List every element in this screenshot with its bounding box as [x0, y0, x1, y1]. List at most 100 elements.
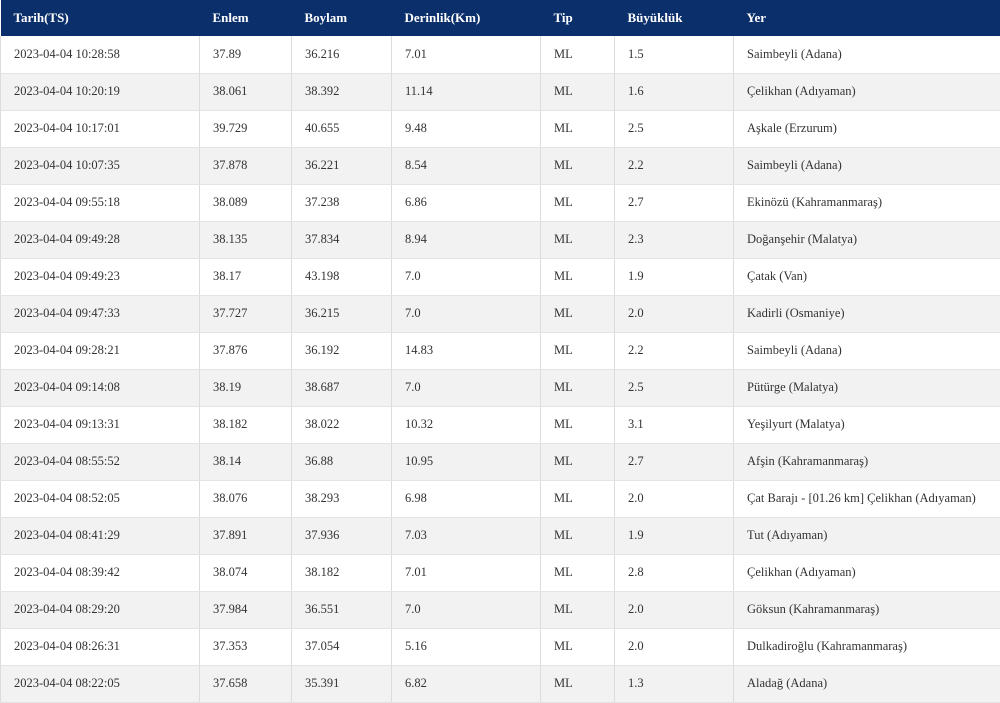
cell-magnitude: 2.2 [615, 147, 734, 184]
col-header-longitude[interactable]: Boylam [292, 0, 392, 36]
col-header-depth[interactable]: Derinlik(Km) [392, 0, 541, 36]
cell-date: 2023-04-04 08:55:52 [1, 443, 200, 480]
cell-latitude: 37.89 [200, 36, 292, 73]
cell-location: Saimbeyli (Adana) [734, 36, 1000, 73]
cell-latitude: 37.891 [200, 517, 292, 554]
table-row[interactable]: 2023-04-04 09:13:3138.18238.02210.32ML3.… [1, 406, 1000, 443]
table-row[interactable]: 2023-04-04 09:47:3337.72736.2157.0ML2.0K… [1, 295, 1000, 332]
table-row[interactable]: 2023-04-04 09:55:1838.08937.2386.86ML2.7… [1, 184, 1000, 221]
cell-longitude: 36.221 [292, 147, 392, 184]
cell-magnitude: 2.7 [615, 184, 734, 221]
table-row[interactable]: 2023-04-04 08:22:0537.65835.3916.82ML1.3… [1, 665, 1000, 702]
table-row[interactable]: 2023-04-04 08:29:2037.98436.5517.0ML2.0G… [1, 591, 1000, 628]
cell-location: Çelikhan (Adıyaman) [734, 554, 1000, 591]
cell-date: 2023-04-04 10:17:01 [1, 110, 200, 147]
cell-date: 2023-04-04 08:26:31 [1, 628, 200, 665]
table-row[interactable]: 2023-04-04 09:28:2137.87636.19214.83ML2.… [1, 332, 1000, 369]
cell-magnitude: 2.0 [615, 628, 734, 665]
table-row[interactable]: 2023-04-04 09:14:0838.1938.6877.0ML2.5Pü… [1, 369, 1000, 406]
col-header-location[interactable]: Yer [734, 0, 1000, 36]
cell-depth: 6.98 [392, 480, 541, 517]
cell-depth: 7.01 [392, 554, 541, 591]
table-row[interactable]: 2023-04-04 10:20:1938.06138.39211.14ML1.… [1, 73, 1000, 110]
cell-latitude: 37.878 [200, 147, 292, 184]
cell-type: ML [541, 480, 615, 517]
cell-longitude: 37.054 [292, 628, 392, 665]
col-header-date[interactable]: Tarih(TS) [1, 0, 200, 36]
cell-depth: 8.94 [392, 221, 541, 258]
cell-latitude: 38.061 [200, 73, 292, 110]
table-row[interactable]: 2023-04-04 08:41:2937.89137.9367.03ML1.9… [1, 517, 1000, 554]
col-header-type[interactable]: Tip [541, 0, 615, 36]
cell-depth: 11.14 [392, 73, 541, 110]
header-row: Tarih(TS) Enlem Boylam Derinlik(Km) Tip … [1, 0, 1000, 36]
cell-date: 2023-04-04 08:29:20 [1, 591, 200, 628]
cell-type: ML [541, 295, 615, 332]
cell-type: ML [541, 147, 615, 184]
cell-longitude: 40.655 [292, 110, 392, 147]
cell-type: ML [541, 332, 615, 369]
cell-date: 2023-04-04 09:55:18 [1, 184, 200, 221]
cell-date: 2023-04-04 09:47:33 [1, 295, 200, 332]
cell-magnitude: 2.0 [615, 591, 734, 628]
earthquake-table: Tarih(TS) Enlem Boylam Derinlik(Km) Tip … [0, 0, 1000, 703]
cell-longitude: 38.392 [292, 73, 392, 110]
table-row[interactable]: 2023-04-04 10:07:3537.87836.2218.54ML2.2… [1, 147, 1000, 184]
cell-location: Çatak (Van) [734, 258, 1000, 295]
cell-depth: 7.01 [392, 36, 541, 73]
table-row[interactable]: 2023-04-04 09:49:2838.13537.8348.94ML2.3… [1, 221, 1000, 258]
cell-depth: 7.0 [392, 369, 541, 406]
cell-magnitude: 1.9 [615, 258, 734, 295]
table-header: Tarih(TS) Enlem Boylam Derinlik(Km) Tip … [1, 0, 1000, 36]
cell-depth: 5.16 [392, 628, 541, 665]
table-row[interactable]: 2023-04-04 08:26:3137.35337.0545.16ML2.0… [1, 628, 1000, 665]
cell-depth: 9.48 [392, 110, 541, 147]
cell-longitude: 37.834 [292, 221, 392, 258]
cell-longitude: 37.936 [292, 517, 392, 554]
cell-type: ML [541, 36, 615, 73]
col-header-latitude[interactable]: Enlem [200, 0, 292, 36]
cell-latitude: 38.135 [200, 221, 292, 258]
cell-magnitude: 1.5 [615, 36, 734, 73]
table-row[interactable]: 2023-04-04 08:39:4238.07438.1827.01ML2.8… [1, 554, 1000, 591]
cell-magnitude: 2.7 [615, 443, 734, 480]
cell-latitude: 37.353 [200, 628, 292, 665]
cell-magnitude: 1.9 [615, 517, 734, 554]
table-row[interactable]: 2023-04-04 10:17:0139.72940.6559.48ML2.5… [1, 110, 1000, 147]
cell-location: Afşin (Kahramanmaraş) [734, 443, 1000, 480]
cell-location: Aşkale (Erzurum) [734, 110, 1000, 147]
cell-date: 2023-04-04 08:22:05 [1, 665, 200, 702]
cell-latitude: 38.089 [200, 184, 292, 221]
table-row[interactable]: 2023-04-04 10:28:5837.8936.2167.01ML1.5S… [1, 36, 1000, 73]
cell-type: ML [541, 443, 615, 480]
cell-latitude: 38.14 [200, 443, 292, 480]
cell-location: Doğanşehir (Malatya) [734, 221, 1000, 258]
cell-magnitude: 3.1 [615, 406, 734, 443]
cell-longitude: 38.687 [292, 369, 392, 406]
cell-date: 2023-04-04 09:28:21 [1, 332, 200, 369]
cell-location: Saimbeyli (Adana) [734, 147, 1000, 184]
cell-latitude: 37.727 [200, 295, 292, 332]
cell-latitude: 38.182 [200, 406, 292, 443]
cell-type: ML [541, 73, 615, 110]
cell-type: ML [541, 554, 615, 591]
cell-latitude: 37.876 [200, 332, 292, 369]
cell-longitude: 36.216 [292, 36, 392, 73]
cell-type: ML [541, 517, 615, 554]
cell-date: 2023-04-04 09:13:31 [1, 406, 200, 443]
cell-depth: 7.03 [392, 517, 541, 554]
cell-longitude: 36.551 [292, 591, 392, 628]
cell-type: ML [541, 258, 615, 295]
table-row[interactable]: 2023-04-04 08:55:5238.1436.8810.95ML2.7A… [1, 443, 1000, 480]
cell-date: 2023-04-04 09:49:28 [1, 221, 200, 258]
cell-magnitude: 2.0 [615, 480, 734, 517]
table-row[interactable]: 2023-04-04 09:49:2338.1743.1987.0ML1.9Ça… [1, 258, 1000, 295]
cell-location: Dulkadiroğlu (Kahramanmaraş) [734, 628, 1000, 665]
cell-date: 2023-04-04 10:07:35 [1, 147, 200, 184]
cell-type: ML [541, 110, 615, 147]
col-header-magnitude[interactable]: Büyüklük [615, 0, 734, 36]
cell-magnitude: 2.2 [615, 332, 734, 369]
cell-latitude: 38.074 [200, 554, 292, 591]
cell-location: Kadirli (Osmaniye) [734, 295, 1000, 332]
table-row[interactable]: 2023-04-04 08:52:0538.07638.2936.98ML2.0… [1, 480, 1000, 517]
